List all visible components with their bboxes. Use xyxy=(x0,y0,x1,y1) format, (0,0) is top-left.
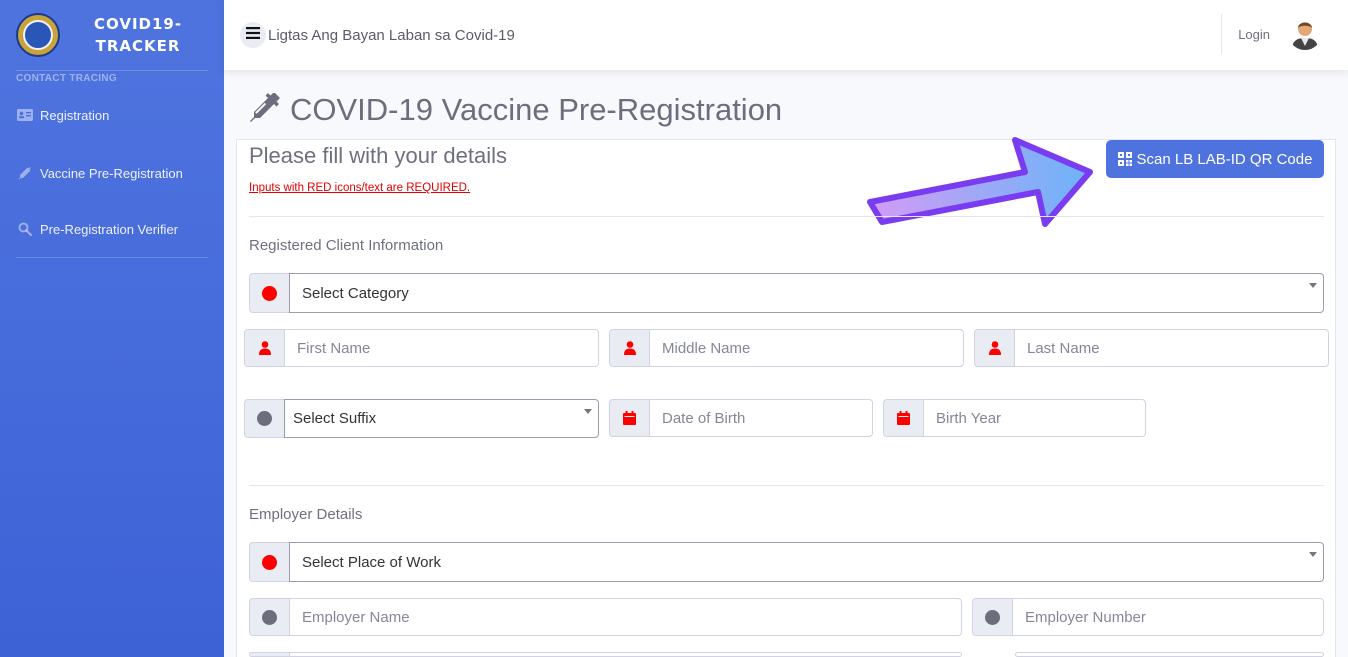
sidebar-item-pre-registration-verifier[interactable]: Pre-Registration Verifier xyxy=(0,201,224,257)
chevron-down-icon xyxy=(584,409,592,414)
place-of-work-field: Select Place of Work xyxy=(249,542,1324,582)
birth-year-input[interactable]: Birth Year xyxy=(923,399,1146,437)
hamburger-icon xyxy=(246,26,260,44)
syringe-icon xyxy=(16,166,34,180)
employer-number-input[interactable]: Employer Number xyxy=(1012,598,1324,636)
middle-name-input[interactable]: Middle Name xyxy=(649,329,964,367)
section-label-client: Registered Client Information xyxy=(249,237,444,254)
dob-field: Date of Birth xyxy=(609,399,873,437)
sidebar-item-vaccine-pre-registration[interactable]: Vaccine Pre-Registration xyxy=(0,145,224,201)
page-title: COVID-19 Vaccine Pre-Registration xyxy=(290,92,783,127)
suffix-field: Select Suffix xyxy=(244,399,599,438)
sidebar: COVID19- TRACKER CONTACT TRACING Registr… xyxy=(0,0,224,657)
page-heading: COVID-19 Vaccine Pre-Registration xyxy=(248,92,782,128)
topbar: Ligtas Ang Bayan Laban sa Covid-19 Login xyxy=(224,0,1348,70)
required-dot-icon xyxy=(249,273,289,313)
user-icon xyxy=(609,329,649,367)
place-of-work-select[interactable]: Select Place of Work xyxy=(289,542,1324,582)
user-icon xyxy=(974,329,1014,367)
avatar[interactable] xyxy=(1288,16,1322,50)
optional-dot-icon xyxy=(249,598,289,636)
suffix-select[interactable]: Select Suffix xyxy=(284,399,599,438)
sidebar-item-label: Vaccine Pre-Registration xyxy=(40,165,183,181)
required-note: Inputs with RED icons/text are REQUIRED. xyxy=(249,182,471,194)
brand[interactable]: COVID19- TRACKER xyxy=(0,0,224,70)
sidebar-heading: CONTACT TRACING xyxy=(16,73,117,84)
scan-qr-button[interactable]: Scan LB LAB-ID QR Code xyxy=(1106,140,1324,178)
next-row-field xyxy=(1015,652,1324,657)
category-field: Select Category xyxy=(249,273,1324,313)
first-name-field: First Name xyxy=(244,329,599,367)
sidebar-item-label: Registration xyxy=(40,107,110,123)
scan-button-label: Scan LB LAB-ID QR Code xyxy=(1136,150,1313,168)
section-divider xyxy=(249,485,1324,486)
calendar-icon xyxy=(883,399,923,437)
search-icon xyxy=(16,222,34,236)
topbar-title: Ligtas Ang Bayan Laban sa Covid-19 xyxy=(268,26,515,44)
card-title: Please fill with your details xyxy=(249,143,508,168)
employer-name-input[interactable]: Employer Name xyxy=(289,598,962,636)
sidebar-divider xyxy=(16,257,208,258)
topbar-divider xyxy=(1221,14,1222,54)
section-label-employer: Employer Details xyxy=(249,506,363,523)
chevron-down-icon xyxy=(1309,552,1317,557)
date-of-birth-input[interactable]: Date of Birth xyxy=(649,399,873,437)
id-card-icon xyxy=(16,109,34,121)
birth-year-field: Birth Year xyxy=(883,399,1146,437)
optional-dot-icon xyxy=(972,598,1012,636)
last-name-input[interactable]: Last Name xyxy=(1014,329,1329,367)
section-divider xyxy=(249,216,1324,217)
login-link[interactable]: Login xyxy=(1238,27,1270,42)
last-name-field: Last Name xyxy=(974,329,1329,367)
brand-logo xyxy=(16,13,60,57)
calendar-icon xyxy=(609,399,649,437)
next-row-field xyxy=(249,652,962,657)
optional-dot-icon xyxy=(244,399,284,438)
sidebar-item-label: Pre-Registration Verifier xyxy=(40,221,178,237)
first-name-input[interactable]: First Name xyxy=(284,329,599,367)
sidebar-toggle-button[interactable] xyxy=(240,22,266,48)
middle-name-field: Middle Name xyxy=(609,329,964,367)
employer-number-field: Employer Number xyxy=(972,598,1324,636)
brand-title: COVID19- TRACKER xyxy=(94,15,183,55)
sidebar-item-registration[interactable]: Registration xyxy=(0,85,224,145)
user-icon xyxy=(244,329,284,367)
syringe-icon xyxy=(248,92,282,127)
qr-code-icon xyxy=(1117,152,1137,166)
category-select[interactable]: Select Category xyxy=(289,273,1324,313)
employer-name-field: Employer Name xyxy=(249,598,962,636)
required-dot-icon xyxy=(249,542,289,582)
annotation-arrow xyxy=(867,137,1093,227)
chevron-down-icon xyxy=(1309,283,1317,288)
